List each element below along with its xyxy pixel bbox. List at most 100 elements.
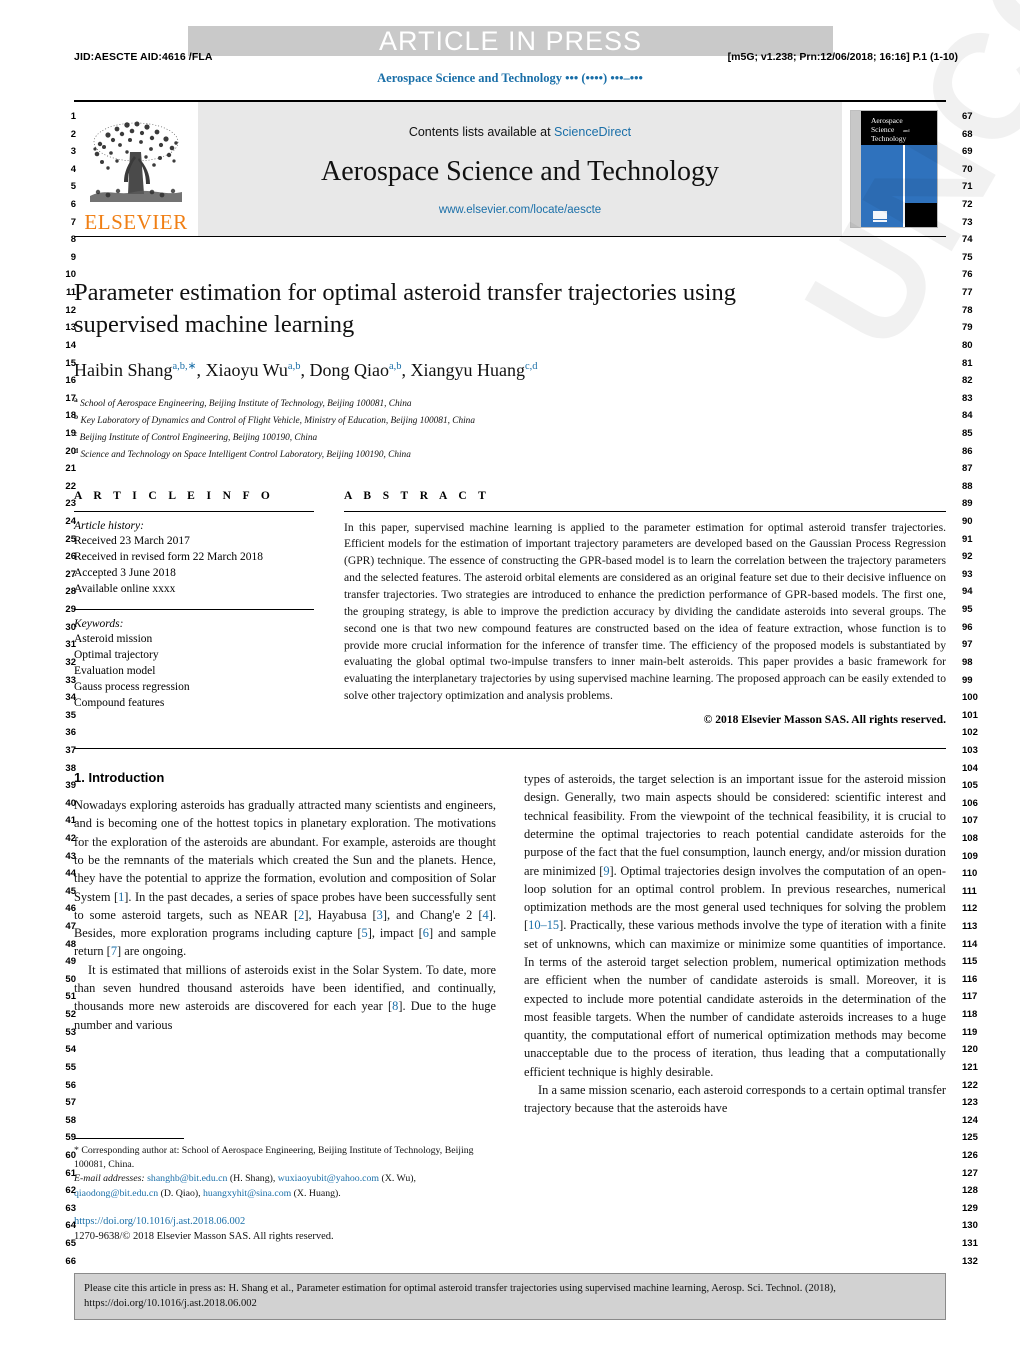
journal-cover: Aerospace Science and Technology <box>842 102 946 236</box>
email-link[interactable]: wuxiaoyubit@yahoo.com <box>278 1173 379 1184</box>
citation-reference[interactable]: 9 <box>603 864 609 878</box>
line-number: 32 <box>65 656 76 668</box>
line-number: 121 <box>962 1061 978 1073</box>
line-number: 128 <box>962 1185 978 1197</box>
journal-masthead: ELSEVIER Contents lists available at Sci… <box>74 102 946 236</box>
author-affiliation-marker: a,b,∗ <box>172 360 197 372</box>
line-number: 36 <box>65 727 76 739</box>
line-number: 9 <box>70 251 76 263</box>
line-number: 100 <box>962 692 978 704</box>
citation-reference[interactable]: 10–15 <box>528 918 559 932</box>
citation-reference[interactable]: 1 <box>118 890 124 904</box>
footnote-rule <box>74 1138 184 1139</box>
line-number: 50 <box>65 973 76 985</box>
line-number: 87 <box>962 463 973 475</box>
line-number: 101 <box>962 709 978 721</box>
line-number: 42 <box>65 832 76 844</box>
page-title: Parameter estimation for optimal asteroi… <box>74 279 736 338</box>
citation-reference[interactable]: 6 <box>423 926 429 940</box>
line-number: 3 <box>70 146 76 158</box>
line-number: 52 <box>65 1009 76 1021</box>
line-number: 75 <box>962 251 973 263</box>
line-number: 95 <box>962 604 973 616</box>
citation-reference[interactable]: 5 <box>362 926 368 940</box>
email-addresses-note: E-mail addresses: shanghb@bit.edu.cn (H.… <box>74 1172 496 1200</box>
line-number: 63 <box>65 1202 76 1214</box>
line-number: 129 <box>962 1202 978 1214</box>
line-numbers-right: 67 68 69 70 71 72 73 74 75 76 77 78 79 80 81 82 83 84 85 86… <box>962 108 1002 1270</box>
line-number: 16 <box>65 375 76 387</box>
line-number: 132 <box>962 1255 978 1267</box>
jid-identifier: JID:AESCTE AID:4616 /FLA <box>74 51 213 63</box>
line-number: 116 <box>962 973 978 985</box>
line-number: 56 <box>65 1079 76 1091</box>
article-history-label: Article history: <box>74 519 144 532</box>
line-number: 51 <box>65 991 76 1003</box>
line-number: 11 <box>65 287 76 299</box>
email-owner: (X. Huang). <box>291 1187 341 1199</box>
line-number: 5 <box>70 181 76 193</box>
line-number: 21 <box>65 463 76 475</box>
abstract-text: In this paper, supervised machine learni… <box>344 520 946 703</box>
line-number: 125 <box>962 1132 978 1144</box>
citation-reference[interactable]: 2 <box>298 908 304 922</box>
line-number: 1 <box>70 111 76 122</box>
doi-link[interactable]: https://doi.org/10.1016/j.ast.2018.06.00… <box>74 1215 496 1230</box>
keywords-label: Keywords: <box>74 617 124 630</box>
line-number: 117 <box>962 991 978 1003</box>
author-affiliation-marker: a,b <box>388 360 402 372</box>
line-number: 2 <box>70 128 76 140</box>
affiliation-list: a School of Aerospace Engineering, Beiji… <box>74 394 946 463</box>
article-history-item: Received 23 March 2017 <box>74 534 190 547</box>
line-number: 126 <box>962 1149 978 1161</box>
line-number: 35 <box>65 709 76 721</box>
article-info-heading: A R T I C L E I N F O <box>74 489 275 502</box>
line-number: 123 <box>962 1097 978 1109</box>
email-link[interactable]: huangxyhit@sina.com <box>203 1188 291 1199</box>
line-number: 62 <box>65 1185 76 1197</box>
line-number: 70 <box>962 163 973 175</box>
line-number: 61 <box>65 1167 76 1179</box>
article-history-item: Received in revised form 22 March 2018 <box>74 550 264 563</box>
line-number: 114 <box>962 938 978 950</box>
keywords-rule <box>74 608 314 610</box>
footnote-block: * Corresponding author at: School of Aer… <box>74 1138 496 1244</box>
keyword-item: Optimal trajectory <box>74 649 159 662</box>
line-number: 60 <box>65 1149 76 1161</box>
email-link[interactable]: shanghb@bit.edu.cn <box>147 1173 227 1184</box>
line-number: 109 <box>962 850 978 862</box>
affiliation-item: b Key Laboratory of Dynamics and Control… <box>74 411 475 426</box>
journal-homepage-link[interactable]: www.elsevier.com/locate/aescte <box>439 204 601 216</box>
line-number: 110 <box>962 868 978 880</box>
line-number: 108 <box>962 832 978 844</box>
line-number: 55 <box>65 1061 76 1073</box>
sciencedirect-link[interactable]: ScienceDirect <box>554 125 631 139</box>
line-number: 92 <box>962 551 973 563</box>
line-number: 93 <box>962 568 973 580</box>
abstract-column: A B S T R A C T In this paper, supervise… <box>344 490 946 726</box>
line-number: 84 <box>962 410 973 422</box>
journal-title: Aerospace Science and Technology <box>321 155 719 187</box>
contents-banner: Contents lists available at ScienceDirec… <box>198 102 842 236</box>
citation-reference[interactable]: 8 <box>392 999 398 1013</box>
author-affiliation-marker: c,d <box>524 360 538 372</box>
line-number: 71 <box>962 181 973 193</box>
journal-cover-thumbnail: Aerospace Science and Technology <box>850 110 938 228</box>
citation-reference[interactable]: 4 <box>483 908 489 922</box>
keyword-item: Compound features <box>74 697 165 710</box>
citation-reference[interactable]: 7 <box>111 944 117 958</box>
svg-text:Science: Science <box>871 125 895 134</box>
email-owner: (D. Qiao), <box>158 1187 204 1199</box>
line-number: 124 <box>962 1114 978 1126</box>
line-number: 106 <box>962 797 978 809</box>
line-number: 41 <box>65 815 76 827</box>
line-number: 10 <box>65 269 76 281</box>
line-number: 39 <box>65 780 76 792</box>
email-link[interactable]: qiaodong@bit.edu.cn <box>74 1188 158 1199</box>
paragraph: Nowadays exploring asteroids has gradual… <box>74 798 497 959</box>
elsevier-logo[interactable]: ELSEVIER <box>74 102 198 236</box>
line-number: 112 <box>962 903 978 915</box>
line-number: 91 <box>962 533 973 545</box>
journal-cover-art-icon: Aerospace Science and Technology <box>851 111 937 227</box>
citation-reference[interactable]: 3 <box>377 908 383 922</box>
